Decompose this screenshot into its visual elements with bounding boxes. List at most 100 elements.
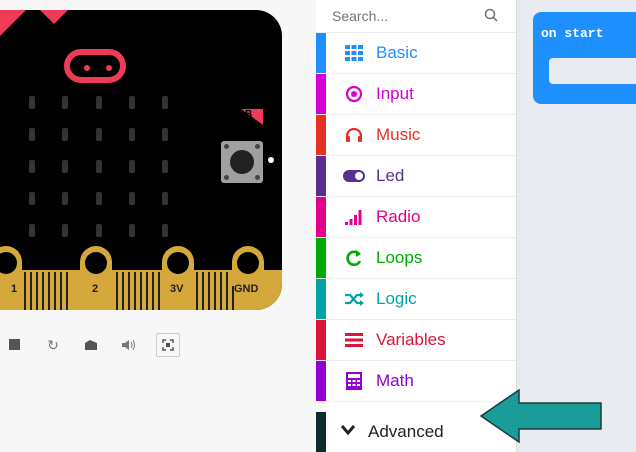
category-color-bar bbox=[316, 412, 326, 452]
category-loops[interactable]: Loops bbox=[316, 238, 516, 279]
led bbox=[96, 96, 102, 109]
led bbox=[96, 160, 102, 173]
toolbox: Basic Input Music Led Radio Loops Logic … bbox=[316, 0, 517, 452]
category-logic[interactable]: Logic bbox=[316, 279, 516, 320]
led-dot bbox=[268, 157, 274, 163]
category-color-bar bbox=[316, 156, 326, 196]
led bbox=[62, 96, 68, 109]
category-color-bar bbox=[316, 74, 326, 114]
led bbox=[162, 96, 168, 109]
pin-1[interactable] bbox=[0, 246, 22, 286]
simulator-panel: B 1 2 3V GND ↻ bbox=[0, 0, 316, 452]
led bbox=[29, 224, 35, 237]
category-label: Logic bbox=[376, 289, 417, 308]
pin-2[interactable] bbox=[80, 246, 112, 286]
button-b-label: B bbox=[241, 109, 263, 125]
arrow-annotation bbox=[479, 388, 602, 444]
simulator-controls: ↻ bbox=[0, 330, 180, 360]
fullscreen-icon[interactable] bbox=[156, 333, 180, 357]
screw bbox=[224, 144, 229, 149]
category-music[interactable]: Music bbox=[316, 115, 516, 156]
grid-icon bbox=[342, 45, 366, 61]
led bbox=[162, 160, 168, 173]
category-label: Radio bbox=[376, 207, 421, 226]
category-color-bar bbox=[316, 361, 326, 401]
toolbox-search bbox=[316, 0, 516, 33]
led bbox=[96, 128, 102, 141]
headphones-icon bbox=[342, 127, 366, 143]
category-radio[interactable]: Radio bbox=[316, 197, 516, 238]
block-slot bbox=[549, 58, 636, 84]
category-color-bar bbox=[316, 197, 326, 237]
category-label: Math bbox=[376, 371, 414, 390]
pin-3v[interactable] bbox=[162, 246, 194, 286]
category-color-bar bbox=[316, 279, 326, 319]
button-b-letter: B bbox=[245, 109, 253, 120]
target-icon bbox=[342, 85, 366, 103]
led bbox=[29, 96, 35, 109]
pin-label: 1 bbox=[11, 283, 18, 295]
category-label: Led bbox=[376, 166, 405, 185]
logo-eye bbox=[106, 65, 112, 71]
category-label: Music bbox=[376, 125, 421, 144]
mute-icon[interactable] bbox=[118, 334, 140, 356]
microbit-logo bbox=[64, 49, 126, 83]
on-start-block[interactable]: on start bbox=[533, 12, 636, 104]
led bbox=[62, 160, 68, 173]
category-color-bar bbox=[316, 33, 326, 73]
connector-stripes bbox=[24, 272, 70, 310]
category-variables[interactable]: Variables bbox=[316, 320, 516, 361]
toggle-icon bbox=[342, 170, 366, 182]
category-label: Loops bbox=[376, 248, 423, 267]
search-icon[interactable] bbox=[484, 8, 498, 25]
calculator-icon bbox=[342, 372, 366, 390]
pin-gnd[interactable] bbox=[232, 246, 264, 286]
pin-label: GND bbox=[234, 283, 259, 295]
on-start-label: on start bbox=[541, 26, 604, 41]
stop-icon[interactable] bbox=[4, 334, 26, 356]
shuffle-icon bbox=[342, 291, 366, 307]
led bbox=[29, 128, 35, 141]
led bbox=[29, 160, 35, 173]
led bbox=[62, 224, 68, 237]
screw bbox=[255, 144, 260, 149]
category-color-bar bbox=[316, 320, 326, 360]
search-input[interactable] bbox=[330, 7, 474, 25]
led bbox=[129, 192, 135, 205]
category-label: Variables bbox=[376, 330, 446, 349]
board-corner-marker bbox=[0, 10, 26, 36]
button-b[interactable] bbox=[221, 141, 263, 183]
led bbox=[129, 224, 135, 237]
led bbox=[129, 128, 135, 141]
restart-icon[interactable]: ↻ bbox=[42, 334, 64, 356]
category-basic[interactable]: Basic bbox=[316, 33, 516, 74]
category-label: Input bbox=[376, 84, 414, 103]
led bbox=[162, 224, 168, 237]
led bbox=[129, 160, 135, 173]
led bbox=[162, 128, 168, 141]
led bbox=[162, 192, 168, 205]
category-color-bar bbox=[316, 238, 326, 278]
list-icon bbox=[342, 332, 366, 348]
led bbox=[62, 128, 68, 141]
led bbox=[62, 192, 68, 205]
pin-label: 3V bbox=[170, 283, 184, 295]
board-corner-marker bbox=[40, 10, 68, 24]
pin-label: 2 bbox=[92, 283, 99, 295]
category-label: Basic bbox=[376, 43, 418, 62]
debug-icon[interactable] bbox=[80, 334, 102, 356]
advanced-label: Advanced bbox=[368, 422, 444, 441]
button-b-knob bbox=[230, 150, 254, 174]
screw bbox=[224, 175, 229, 180]
connector-stripes bbox=[196, 272, 236, 310]
led bbox=[96, 224, 102, 237]
chevron-down-icon bbox=[340, 423, 356, 441]
screw bbox=[255, 175, 260, 180]
loop-icon bbox=[342, 249, 366, 267]
signal-icon bbox=[342, 209, 366, 225]
led bbox=[29, 192, 35, 205]
category-led[interactable]: Led bbox=[316, 156, 516, 197]
connector-stripes bbox=[116, 272, 160, 310]
category-input[interactable]: Input bbox=[316, 74, 516, 115]
led bbox=[129, 96, 135, 109]
